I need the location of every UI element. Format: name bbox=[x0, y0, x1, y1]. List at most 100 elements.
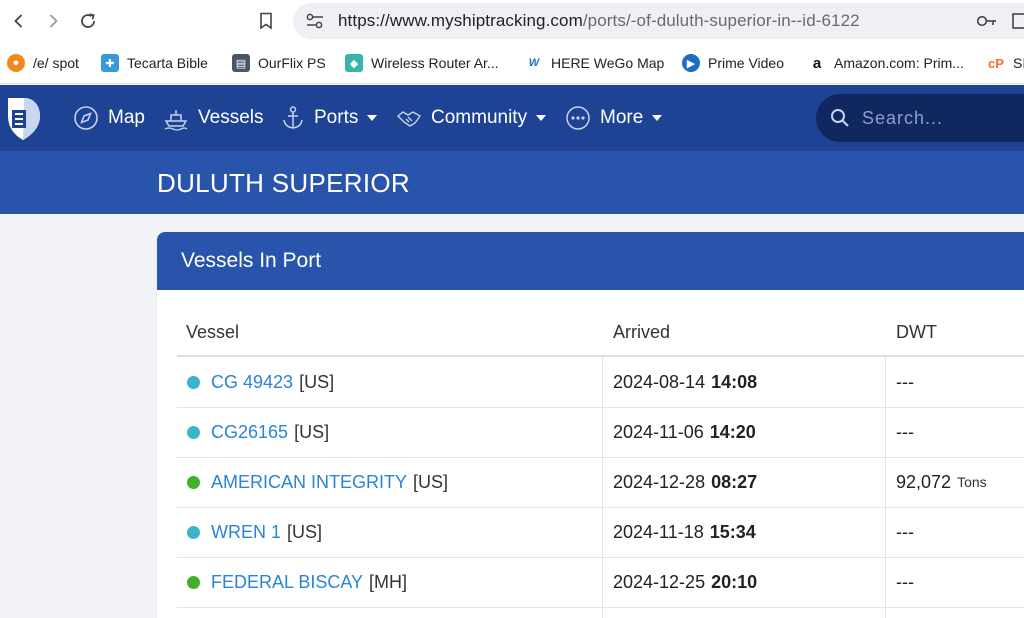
dwt-cell: --- bbox=[896, 570, 914, 594]
status-dot-icon bbox=[187, 525, 200, 539]
address-bar[interactable]: https://www.myshiptracking.com/ports/-of… bbox=[293, 3, 1024, 39]
table-row-vessel-cell: AMERICAN INTEGRITY [US] bbox=[187, 470, 448, 494]
bookmark-label: OurFlix PS bbox=[258, 55, 326, 71]
key-icon[interactable] bbox=[976, 13, 998, 29]
arrived-time: 08:27 bbox=[711, 471, 758, 492]
nav-community[interactable]: Community bbox=[396, 105, 547, 131]
spot-icon: ● bbox=[7, 54, 25, 72]
more-dots-icon bbox=[566, 106, 590, 130]
nav-label: Ports bbox=[314, 107, 359, 128]
table-row-vessel-cell: CG 49423 [US] bbox=[187, 370, 334, 394]
arrived-date: 2024-08-14 bbox=[613, 371, 706, 392]
bible-icon: ✚ bbox=[101, 54, 119, 72]
chevron-down-icon bbox=[652, 115, 663, 121]
arrived-cell: 2024-11-18 15:34 bbox=[613, 520, 756, 544]
nav-label: More bbox=[600, 107, 644, 128]
vessel-link[interactable]: CG26165 bbox=[211, 422, 288, 443]
bookmark-prime-video[interactable]: ▶ Prime Video bbox=[682, 53, 784, 73]
nav-vessels[interactable]: Vessels bbox=[163, 105, 263, 131]
column-header-vessel[interactable]: Vessel bbox=[186, 322, 239, 343]
bookmark-tecarta-bible[interactable]: ✚ Tecarta Bible bbox=[101, 53, 208, 73]
extensions-icon[interactable] bbox=[1011, 12, 1024, 30]
nav-ports[interactable]: Ports bbox=[281, 105, 378, 131]
dwt-cell: --- bbox=[896, 420, 914, 444]
nav-label: Vessels bbox=[198, 107, 264, 128]
row-divider bbox=[177, 607, 1024, 608]
anchor-icon bbox=[283, 106, 303, 129]
bookmark-cpanel[interactable]: cP SI bbox=[987, 53, 1024, 73]
bookmark-spot[interactable]: ● /e/ spot bbox=[7, 53, 79, 73]
column-header-arrived[interactable]: Arrived bbox=[613, 322, 670, 343]
handshake-icon bbox=[396, 111, 422, 127]
chevron-left-icon bbox=[14, 14, 23, 28]
arrived-date: 2024-11-18 bbox=[613, 521, 704, 542]
cpanel-icon: cP bbox=[988, 55, 1004, 71]
back-button[interactable] bbox=[6, 8, 32, 34]
dwt-cell: 92,072 Tons bbox=[896, 470, 987, 494]
search-input[interactable] bbox=[862, 105, 1024, 131]
bookmark-label: Tecarta Bible bbox=[127, 55, 208, 71]
status-dot-icon bbox=[187, 375, 200, 389]
dwt-value: 92,072 bbox=[896, 471, 952, 492]
row-divider bbox=[177, 507, 1024, 508]
amazon-icon: a bbox=[812, 54, 822, 72]
url-path: /ports/-of-duluth-superior-in--id-6122 bbox=[582, 11, 860, 30]
ourflix-icon: ▤ bbox=[232, 54, 250, 72]
arrived-time: 14:20 bbox=[709, 421, 756, 442]
nav-more[interactable]: More bbox=[565, 105, 663, 131]
url-host: https://www.myshiptracking.com bbox=[338, 11, 583, 30]
status-dot-icon bbox=[187, 475, 200, 489]
card-title: Vessels In Port bbox=[181, 249, 322, 272]
compass-icon bbox=[74, 106, 98, 130]
dwt-cell: --- bbox=[896, 370, 914, 394]
column-divider bbox=[602, 357, 603, 618]
dwt-value: --- bbox=[896, 371, 914, 392]
arrived-time: 20:10 bbox=[711, 571, 758, 592]
dwt-cell: --- bbox=[896, 520, 914, 544]
row-divider bbox=[177, 457, 1024, 458]
bookmark-button[interactable] bbox=[253, 8, 279, 34]
bookmark-label: HERE WeGo Map bbox=[551, 55, 665, 71]
bookmark-label: SI bbox=[1013, 55, 1024, 71]
bookmark-label: Wireless Router Ar... bbox=[371, 55, 499, 71]
column-divider bbox=[885, 357, 886, 618]
bookmark-here-wego[interactable]: W HERE WeGo Map bbox=[525, 53, 665, 73]
chevron-down-icon bbox=[367, 115, 378, 121]
vessel-flag: [US] bbox=[294, 421, 330, 442]
url-text[interactable]: https://www.myshiptracking.com/ports/-of… bbox=[338, 11, 860, 31]
arrived-date: 2024-12-28 bbox=[613, 471, 706, 492]
vessel-link[interactable]: CG 49423 bbox=[211, 372, 293, 393]
nav-map[interactable]: Map bbox=[73, 105, 145, 131]
search-icon bbox=[831, 109, 849, 127]
dwt-value: --- bbox=[896, 421, 914, 442]
row-divider bbox=[177, 557, 1024, 558]
forward-button[interactable] bbox=[40, 8, 66, 34]
table-row-vessel-cell: FEDERAL BISCAY [MH] bbox=[187, 570, 407, 594]
bookmark-wireless-router[interactable]: ◆ Wireless Router Ar... bbox=[345, 53, 499, 73]
bookmark-label: Prime Video bbox=[708, 55, 785, 71]
bookmark-icon bbox=[260, 12, 272, 30]
site-search bbox=[816, 94, 1024, 142]
arrived-date: 2024-12-25 bbox=[613, 571, 706, 592]
title-band bbox=[0, 151, 1024, 214]
arrived-date: 2024-11-06 bbox=[613, 421, 704, 442]
status-dot-icon bbox=[187, 425, 200, 439]
bookmark-amazon[interactable]: a Amazon.com: Prim... bbox=[808, 53, 964, 73]
table-row-vessel-cell: WREN 1 [US] bbox=[187, 520, 322, 544]
reload-button[interactable] bbox=[75, 8, 101, 34]
column-header-dwt[interactable]: DWT bbox=[896, 322, 937, 343]
vessel-link[interactable]: WREN 1 bbox=[211, 522, 281, 543]
table-row-vessel-cell: CG26165 [US] bbox=[187, 420, 329, 444]
bookmarks-bar: ● /e/ spot ✚ Tecarta Bible ▤ OurFlix PS ◆ Wi… bbox=[0, 42, 1024, 84]
page-title: DULUTH SUPERIOR bbox=[157, 168, 410, 198]
site-settings-icon[interactable] bbox=[305, 12, 325, 30]
vessel-link[interactable]: AMERICAN INTEGRITY bbox=[211, 472, 407, 493]
row-divider bbox=[177, 407, 1024, 408]
arrived-time: 15:34 bbox=[709, 521, 756, 542]
bookmark-label: /e/ spot bbox=[33, 55, 79, 71]
vessel-link[interactable]: FEDERAL BISCAY bbox=[211, 572, 363, 593]
logo[interactable] bbox=[4, 94, 42, 142]
arrived-cell: 2024-12-28 08:27 bbox=[613, 470, 757, 494]
bookmark-ourflix[interactable]: ▤ OurFlix PS bbox=[232, 53, 326, 73]
browser-toolbar: https://www.myshiptracking.com/ports/-of… bbox=[0, 0, 1024, 42]
